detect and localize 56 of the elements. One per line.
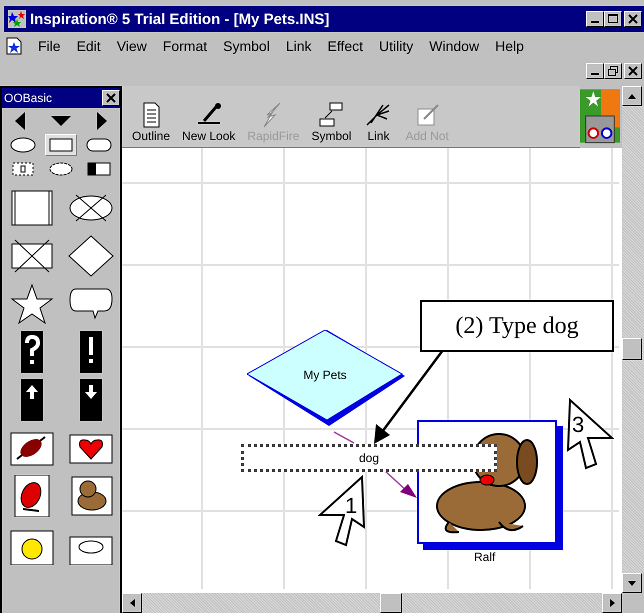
left-arrow-icon xyxy=(130,599,134,607)
up-arrow-icon xyxy=(628,94,636,98)
toolbar-button[interactable]: New Look xyxy=(178,101,240,143)
vertical-scrollbar[interactable] xyxy=(622,86,644,593)
minimize-icon xyxy=(591,21,599,23)
right-arrow-icon xyxy=(610,599,614,607)
close-icon xyxy=(628,66,638,76)
toolbar-button[interactable]: Symbol xyxy=(307,101,356,143)
menu-item[interactable]: View xyxy=(116,38,147,54)
minimize-button[interactable] xyxy=(586,11,604,27)
close-button[interactable] xyxy=(102,90,120,106)
close-icon xyxy=(628,14,638,24)
menu-item[interactable]: File xyxy=(38,38,61,54)
menu-item[interactable]: Effect xyxy=(328,38,364,54)
menu-item[interactable]: Symbol xyxy=(223,38,270,54)
close-button[interactable] xyxy=(624,63,642,79)
palette-title: OOBasic xyxy=(4,91,52,105)
scroll-down-button[interactable] xyxy=(622,573,642,593)
scroll-up-button[interactable] xyxy=(622,86,642,106)
menu-item[interactable]: Link xyxy=(286,38,312,54)
link-line[interactable] xyxy=(334,431,354,444)
menu-item[interactable]: Edit xyxy=(76,38,101,54)
scroll-thumb[interactable] xyxy=(380,593,402,613)
close-icon xyxy=(106,93,116,103)
menu-item[interactable]: Window xyxy=(429,38,480,54)
toolbar-button[interactable]: Link xyxy=(359,101,398,143)
app-icon xyxy=(8,10,26,28)
close-button[interactable] xyxy=(624,11,642,27)
restore-icon xyxy=(608,66,618,76)
cursor-annotation: 3 xyxy=(566,398,614,470)
menu-item[interactable]: Utility xyxy=(379,38,414,54)
scroll-thumb[interactable] xyxy=(622,338,642,360)
scroll-left-button[interactable] xyxy=(122,593,142,613)
link-arrow[interactable] xyxy=(384,469,417,498)
down-arrow-icon xyxy=(628,580,636,586)
text-field[interactable]: dog xyxy=(241,444,497,472)
cursor-annotation: 1 xyxy=(318,475,366,547)
menu-item[interactable]: Help xyxy=(495,38,524,54)
minimize-icon xyxy=(591,73,599,75)
node-label: Ralf xyxy=(474,550,496,564)
shape-tool[interactable] xyxy=(66,234,114,278)
document-icon[interactable] xyxy=(6,37,22,55)
toolbar-button[interactable]: Outline xyxy=(128,101,174,143)
mascot-icon[interactable] xyxy=(580,88,620,144)
restore-button[interactable] xyxy=(604,63,622,79)
horizontal-scrollbar[interactable] xyxy=(122,593,622,613)
callout-box: (2) Type dog xyxy=(420,300,614,352)
minimize-button[interactable] xyxy=(586,63,604,79)
down-arrow-icon[interactable] xyxy=(50,115,71,127)
window-title: Inspiration® 5 Trial Edition - [My Pets.INS] xyxy=(30,10,330,28)
left-arrow-icon[interactable] xyxy=(14,112,26,130)
maximize-icon xyxy=(608,14,618,24)
right-arrow-icon[interactable] xyxy=(96,112,108,130)
maximize-button[interactable] xyxy=(604,11,622,27)
scroll-right-button[interactable] xyxy=(602,593,622,613)
menu-item[interactable]: Format xyxy=(162,38,208,54)
